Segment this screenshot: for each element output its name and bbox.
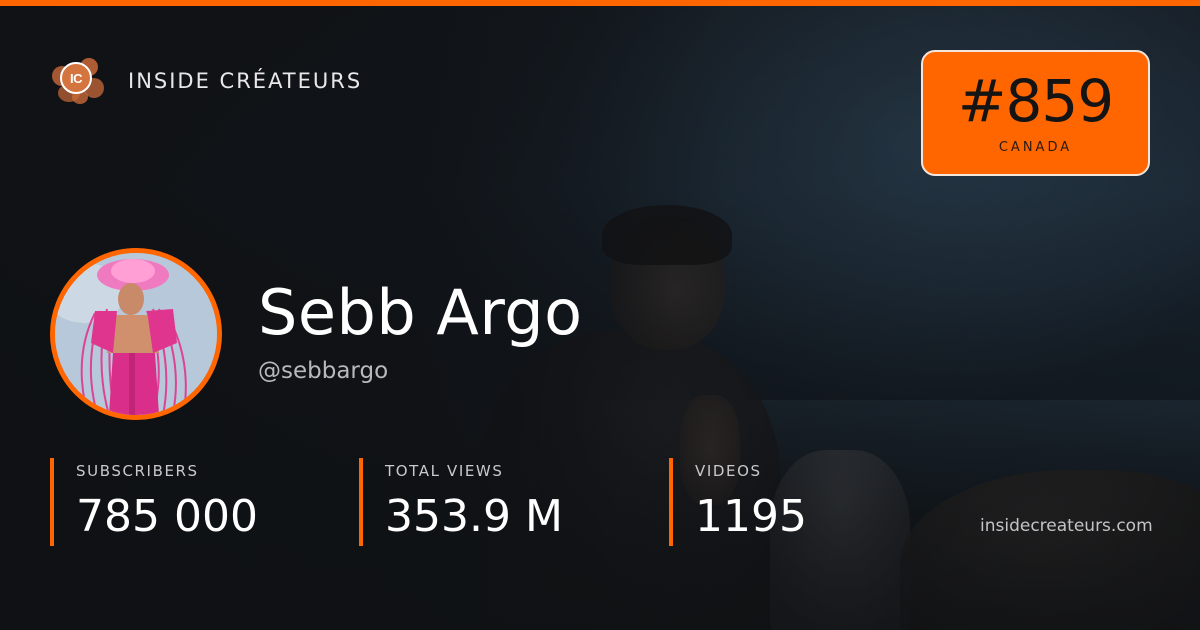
creator-name: Sebb Argo [258, 276, 583, 349]
creator-handle[interactable]: @sebbargo [258, 358, 388, 384]
stat-videos: VIDEOS 1195 [669, 458, 807, 546]
stat-value: 353.9 M [385, 491, 563, 542]
stat-label: SUBSCRIBERS [76, 462, 199, 480]
site-url-link[interactable]: insidecreateurs.com [980, 516, 1153, 536]
ic-logo-icon: IC [50, 56, 106, 106]
stat-label: VIDEOS [695, 462, 762, 480]
accent-top-bar [0, 0, 1200, 6]
brand-header[interactable]: IC INSIDE CRÉATEURS [50, 56, 362, 106]
rank-badge: #859 CANADA [921, 50, 1150, 176]
stat-subscribers: SUBSCRIBERS 785 000 [50, 458, 258, 546]
stat-total-views: TOTAL VIEWS 353.9 M [359, 458, 563, 546]
stat-value: 1195 [695, 491, 807, 542]
rank-number: #859 [957, 66, 1114, 135]
brand-name: INSIDE CRÉATEURS [128, 69, 363, 93]
logo-monogram: IC [60, 62, 92, 94]
rank-country: CANADA [998, 139, 1073, 155]
stat-value: 785 000 [76, 491, 258, 542]
avatar[interactable] [50, 248, 222, 420]
avatar-photo [55, 253, 217, 415]
stat-label: TOTAL VIEWS [385, 462, 504, 480]
creator-card: IC INSIDE CRÉATEURS #859 CANADA Sebb Arg… [0, 0, 1200, 630]
